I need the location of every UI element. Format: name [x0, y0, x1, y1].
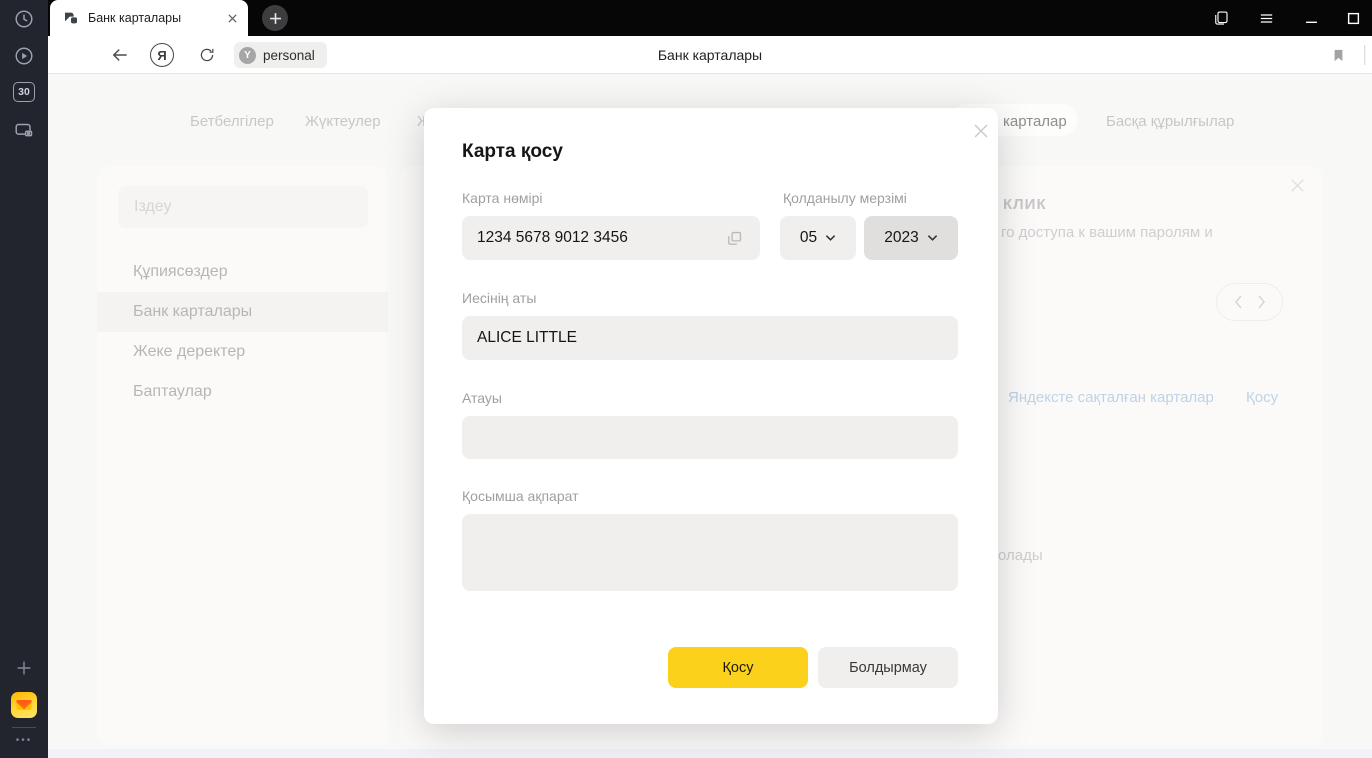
minimize-button[interactable]: [1296, 0, 1326, 36]
app-sidebar: 30 •••: [0, 0, 48, 758]
browser-window: 30 ••• Банк карталары Я Y personal Банк …: [0, 0, 1372, 758]
card-number-input[interactable]: [462, 216, 760, 260]
timer-30-icon[interactable]: 30: [13, 82, 35, 102]
chevron-down-icon: [927, 235, 937, 241]
expiry-year-select[interactable]: 2023: [864, 216, 958, 260]
comment-label: Қосымша ақпарат: [462, 488, 579, 504]
bookmark-flag-icon[interactable]: [1324, 36, 1352, 74]
chevron-down-icon: [825, 235, 836, 241]
site-badge-label: personal: [263, 47, 315, 63]
submit-button[interactable]: Қосу: [668, 647, 808, 688]
yandex-logo-icon[interactable]: Я: [150, 36, 174, 74]
back-button[interactable]: [106, 36, 134, 74]
cancel-button[interactable]: Болдырмау: [818, 647, 958, 688]
history-clock-icon[interactable]: [13, 8, 35, 30]
video-play-icon[interactable]: [13, 45, 35, 67]
refresh-button[interactable]: [195, 36, 219, 74]
card-name-input[interactable]: [462, 416, 958, 459]
expiry-label: Қолданылу мерзімі: [783, 190, 907, 206]
maximize-button[interactable]: [1338, 0, 1368, 36]
tab-bar: Банк карталары: [48, 0, 1372, 36]
tab-close-icon[interactable]: [227, 13, 238, 24]
expiry-year-value: 2023: [884, 229, 919, 246]
browser-tab[interactable]: Банк карталары: [50, 0, 248, 36]
protect-shield-icon: Y: [239, 46, 256, 64]
copy-card-number-icon[interactable]: [720, 226, 748, 250]
add-card-dialog: Карта қосу Карта нөмірі Қолданылу мерзім…: [424, 108, 998, 724]
more-ellipsis-icon[interactable]: •••: [16, 735, 33, 746]
site-identity-badge[interactable]: Y personal: [234, 42, 327, 68]
browser-toolbar: Я Y personal Банк карталары: [48, 36, 1372, 74]
tab-bank-cards-fragment[interactable]: карталар: [1003, 113, 1067, 130]
screenshot-tool-icon[interactable]: [13, 119, 35, 141]
yandex-mail-app-icon[interactable]: [11, 692, 37, 718]
holder-name-label: Иесінің аты: [462, 290, 537, 306]
dialog-close-icon[interactable]: [968, 118, 994, 144]
card-number-label: Карта нөмірі: [462, 190, 543, 206]
expiry-month-value: 05: [799, 229, 818, 246]
passwords-favicon-icon: [63, 10, 79, 26]
comment-textarea[interactable]: [462, 514, 958, 591]
new-tab-button[interactable]: [262, 5, 288, 31]
expiry-month-select[interactable]: 05: [780, 216, 856, 260]
toolbar-divider: [1361, 36, 1369, 74]
dialog-title: Карта қосу: [462, 141, 563, 162]
holder-name-input[interactable]: [462, 316, 958, 360]
add-plus-icon[interactable]: [13, 657, 35, 679]
menu-hamburger-icon[interactable]: [1251, 0, 1281, 36]
card-name-label: Атауы: [462, 390, 502, 406]
tabs-panel-icon[interactable]: [1206, 0, 1236, 36]
tab-title: Банк карталары: [88, 11, 182, 25]
sidebar-divider: [12, 727, 36, 728]
